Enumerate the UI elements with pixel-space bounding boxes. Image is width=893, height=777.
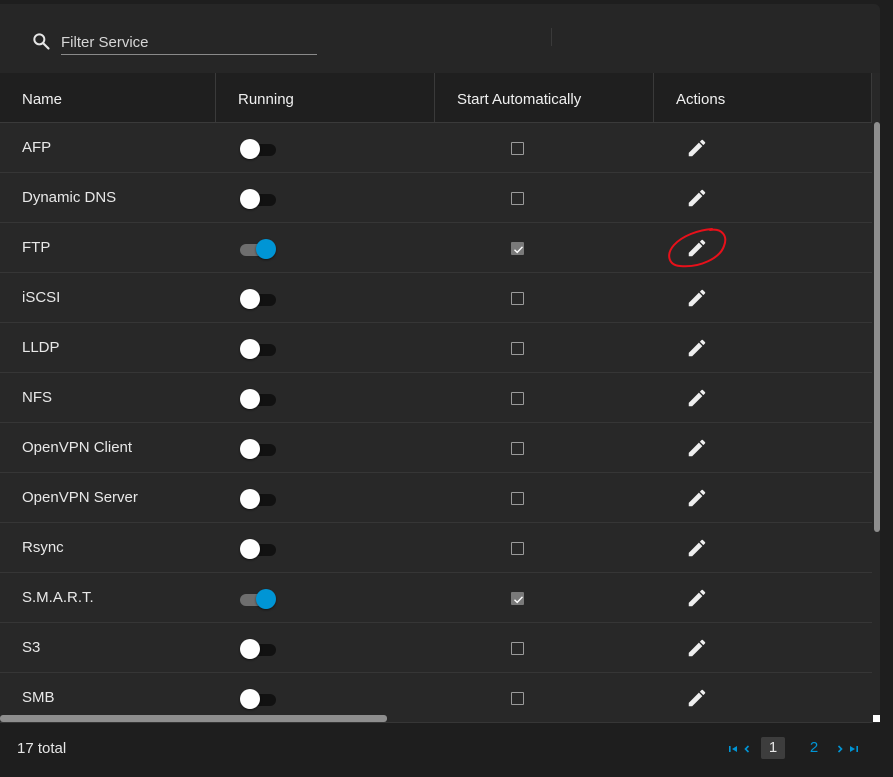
toggle-knob — [240, 539, 260, 559]
horizontal-scrollbar[interactable] — [0, 715, 387, 722]
running-toggle[interactable] — [240, 189, 276, 209]
running-toggle[interactable] — [240, 689, 276, 709]
table-row: OpenVPN Client — [0, 423, 872, 473]
pencil-icon[interactable] — [686, 637, 708, 659]
running-toggle[interactable] — [240, 339, 276, 359]
running-toggle[interactable] — [240, 639, 276, 659]
pencil-icon[interactable] — [686, 287, 708, 309]
first-page-icon[interactable] — [727, 742, 739, 754]
pencil-icon[interactable] — [686, 687, 708, 709]
start-automatically-checkbox[interactable] — [511, 592, 524, 605]
service-name: S.M.A.R.T. — [22, 589, 94, 606]
services-table: Name Running Start Automatically Actions… — [0, 73, 880, 723]
start-automatically-checkbox[interactable] — [511, 142, 524, 155]
toggle-knob — [240, 289, 260, 309]
column-header-actions: Actions — [654, 73, 872, 122]
table-row: LLDP — [0, 323, 872, 373]
running-toggle[interactable] — [240, 539, 276, 559]
filter-service-input[interactable] — [61, 30, 317, 55]
table-body: AFP Dynamic DNS FTP iSCSI LLDP NFS OpenVPN Cli… — [0, 123, 872, 723]
running-toggle[interactable] — [240, 439, 276, 459]
pencil-icon[interactable] — [686, 437, 708, 459]
pencil-icon[interactable] — [686, 137, 708, 159]
chevron-left-icon[interactable] — [741, 742, 753, 754]
pencil-icon[interactable] — [686, 237, 708, 259]
pencil-icon[interactable] — [686, 487, 708, 509]
toggle-knob — [240, 439, 260, 459]
toggle-knob — [240, 389, 260, 409]
page-1-button[interactable]: 1 — [761, 737, 785, 759]
start-automatically-checkbox[interactable] — [511, 342, 524, 355]
toggle-knob — [240, 339, 260, 359]
table-row: iSCSI — [0, 273, 872, 323]
running-toggle[interactable] — [240, 139, 276, 159]
toggle-knob — [240, 189, 260, 209]
service-name: OpenVPN Client — [22, 439, 133, 456]
toolbar — [0, 4, 880, 73]
vertical-scrollbar[interactable] — [874, 122, 880, 532]
services-window: Name Running Start Automatically Actions… — [0, 0, 893, 777]
pencil-icon[interactable] — [686, 337, 708, 359]
pencil-icon[interactable] — [686, 537, 708, 559]
toggle-knob — [240, 139, 260, 159]
service-name: iSCSI — [22, 289, 61, 306]
service-name: S3 — [22, 639, 41, 656]
start-automatically-checkbox[interactable] — [511, 542, 524, 555]
start-automatically-checkbox[interactable] — [511, 392, 524, 405]
total-count: 17 total — [17, 740, 67, 757]
column-header-running[interactable]: Running — [216, 73, 435, 122]
column-header-start-automatically[interactable]: Start Automatically — [435, 73, 654, 122]
chevron-right-icon[interactable] — [834, 742, 846, 754]
service-name: Dynamic DNS — [22, 189, 117, 206]
table-row: NFS — [0, 373, 872, 423]
start-automatically-checkbox[interactable] — [511, 492, 524, 505]
page-2-button[interactable]: 2 — [802, 737, 826, 759]
table-row: S.M.A.R.T. — [0, 573, 872, 623]
toolbar-divider — [551, 28, 552, 46]
start-automatically-checkbox[interactable] — [511, 192, 524, 205]
table-row: S3 — [0, 623, 872, 673]
start-automatically-checkbox[interactable] — [511, 692, 524, 705]
running-toggle[interactable] — [240, 389, 276, 409]
toggle-knob — [256, 239, 276, 259]
service-name: AFP — [22, 139, 52, 156]
pencil-icon[interactable] — [686, 387, 708, 409]
start-automatically-checkbox[interactable] — [511, 642, 524, 655]
running-toggle[interactable] — [240, 289, 276, 309]
table-header: Name Running Start Automatically Actions — [0, 73, 872, 123]
scrollbar-corner — [873, 715, 880, 722]
toggle-knob — [240, 639, 260, 659]
toggle-knob — [240, 689, 260, 709]
start-automatically-checkbox[interactable] — [511, 292, 524, 305]
table-footer: 17 total 1 2 — [0, 723, 880, 777]
running-toggle[interactable] — [240, 589, 276, 609]
service-name: LLDP — [22, 339, 60, 356]
table-row: OpenVPN Server — [0, 473, 872, 523]
running-toggle[interactable] — [240, 239, 276, 259]
start-automatically-checkbox[interactable] — [511, 442, 524, 455]
pencil-icon[interactable] — [686, 587, 708, 609]
service-name: Rsync — [22, 539, 64, 556]
table-row: AFP — [0, 123, 872, 173]
service-name: FTP — [22, 239, 51, 256]
table-row: Dynamic DNS — [0, 173, 872, 223]
last-page-icon[interactable] — [848, 742, 860, 754]
column-header-name[interactable]: Name — [0, 73, 216, 122]
table-row: FTP — [0, 223, 872, 273]
toggle-knob — [240, 489, 260, 509]
pencil-icon[interactable] — [686, 187, 708, 209]
running-toggle[interactable] — [240, 489, 276, 509]
start-automatically-checkbox[interactable] — [511, 242, 524, 255]
service-name: NFS — [22, 389, 52, 406]
service-name: OpenVPN Server — [22, 489, 138, 506]
toggle-knob — [256, 589, 276, 609]
table-row: Rsync — [0, 523, 872, 573]
search-icon — [31, 31, 51, 51]
